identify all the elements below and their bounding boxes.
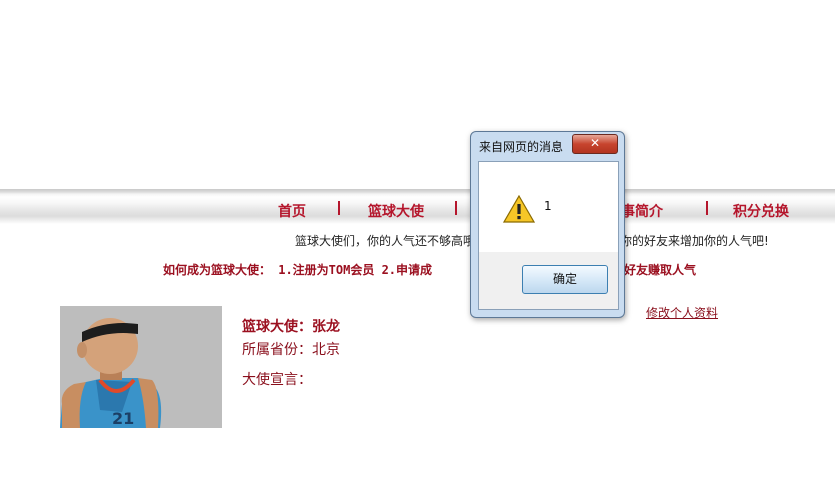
alert-dialog: 来自网页的消息 ✕ 1 确定	[470, 131, 625, 318]
nav-separator	[455, 201, 457, 215]
basketball-player-icon: 21	[60, 306, 222, 428]
edit-profile-link[interactable]: 修改个人资料	[646, 304, 718, 321]
close-button[interactable]: ✕	[572, 134, 618, 154]
dialog-footer: 确定	[478, 252, 619, 310]
ok-button[interactable]: 确定	[522, 265, 608, 294]
nav-separator	[338, 201, 340, 215]
nav-item-home[interactable]: 首页	[278, 201, 306, 221]
notice-text-left: 篮球大使们，你的人气还不够高哦	[295, 234, 476, 248]
svg-text:21: 21	[112, 409, 134, 428]
nav-separator	[706, 201, 708, 215]
close-icon: ✕	[589, 136, 601, 150]
dialog-message: 1	[544, 199, 552, 213]
howto-text-right: 好友赚取人气	[624, 263, 697, 277]
ambassador-province: 所属省份：北京	[242, 342, 340, 358]
notice-text-right: 你的好友来增加你的人气吧!	[620, 234, 769, 248]
nav-item-ambassador[interactable]: 篮球大使	[368, 201, 424, 221]
ambassador-declaration: 大使宣言：	[242, 372, 312, 388]
ambassador-name: 篮球大使：张龙	[242, 319, 340, 335]
nav-item-points[interactable]: 积分兑换	[733, 201, 789, 221]
avatar: 21	[60, 306, 222, 428]
dialog-title: 来自网页的消息	[479, 140, 564, 154]
dialog-body: 1	[478, 161, 619, 254]
warning-icon	[503, 195, 535, 223]
howto-text-left: 如何成为篮球大使： 1.注册为TOM会员 2.申请成	[163, 263, 433, 277]
